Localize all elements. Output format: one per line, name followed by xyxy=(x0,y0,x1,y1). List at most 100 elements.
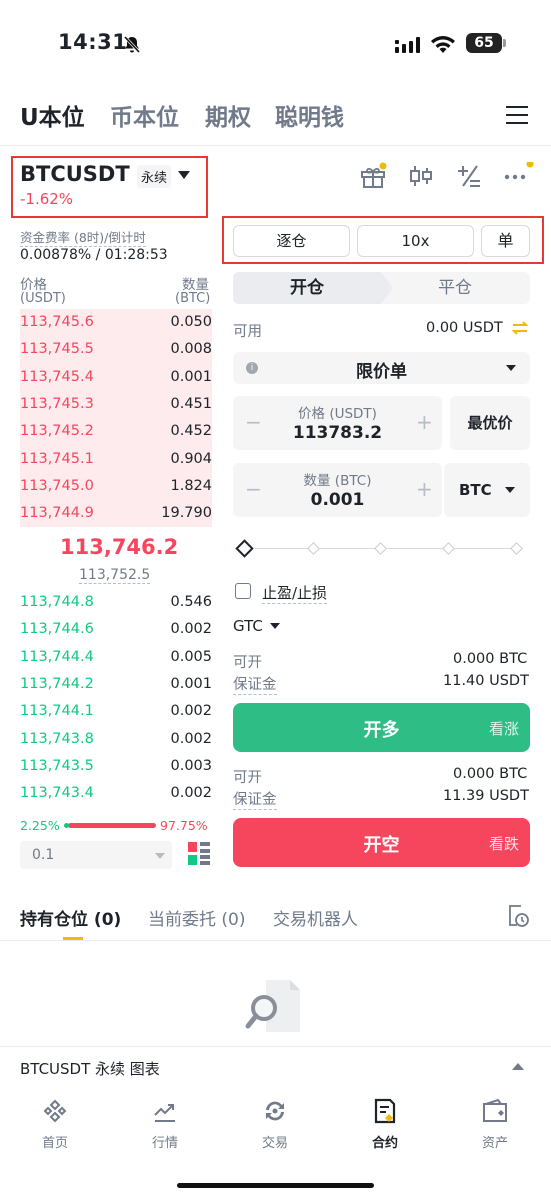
price-input-value[interactable]: 113783.2 xyxy=(233,423,442,443)
open-short-button[interactable]: 开空 看跌 xyxy=(233,818,530,867)
bid-quantity: 0.002 xyxy=(170,703,212,720)
tab-close[interactable]: 平仓 xyxy=(395,272,515,304)
tab-positions[interactable]: 持有仓位 (0) xyxy=(20,905,121,930)
long-max-open-label: 可开 xyxy=(233,655,262,671)
symbol-name[interactable]: BTCUSDT xyxy=(20,162,130,186)
nav-markets[interactable]: 行情 xyxy=(125,1098,205,1151)
price-plus-icon[interactable]: + xyxy=(416,410,433,434)
nav-trade[interactable]: 交易 xyxy=(235,1098,315,1151)
open-long-button[interactable]: 开多 看涨 xyxy=(233,703,530,752)
ask-quantity: 0.904 xyxy=(170,450,212,467)
bid-row[interactable]: 113,744.8 0.546 xyxy=(20,590,212,617)
slider-step-25[interactable] xyxy=(307,542,320,555)
ask-price: 113,745.6 xyxy=(20,314,94,330)
ob-price-unit: (USDT) xyxy=(20,291,66,306)
symbol-dropdown-icon[interactable] xyxy=(178,171,190,179)
trade-exchange-icon xyxy=(266,1101,284,1121)
ask-price: 113,745.3 xyxy=(20,395,94,412)
tab-open-orders[interactable]: 当前委托 (0) xyxy=(148,905,245,930)
chart-toggle-label[interactable]: BTCUSDT 永续 图表 xyxy=(20,1058,160,1079)
ask-price: 113,745.2 xyxy=(20,423,94,440)
calculator-icon[interactable] xyxy=(455,162,483,190)
battery-level: 65 xyxy=(466,33,502,53)
bid-price: 113,744.8 xyxy=(20,594,94,610)
leverage-slider-track[interactable] xyxy=(255,548,520,549)
ask-row[interactable]: 113,745.2 0.452 xyxy=(20,419,212,446)
leverage-button[interactable]: 10x xyxy=(357,225,474,257)
qty-plus-icon[interactable]: + xyxy=(416,477,433,501)
orderbook-layout-icon[interactable] xyxy=(188,842,210,866)
ask-quantity: 0.451 xyxy=(170,395,212,412)
chevron-up-icon[interactable] xyxy=(512,1063,524,1070)
order-history-icon[interactable] xyxy=(506,904,530,928)
ask-price: 113,745.1 xyxy=(20,450,94,467)
ask-quantity: 0.001 xyxy=(170,368,212,385)
tab-options[interactable]: 期权 xyxy=(205,98,251,132)
tpsl-label[interactable]: 止盈/止损 xyxy=(262,582,328,604)
ask-row[interactable]: 113,745.5 0.008 xyxy=(20,337,212,364)
ask-price: 113,745.5 xyxy=(20,341,94,358)
nav-trade-label: 交易 xyxy=(261,1136,288,1151)
transfer-icon[interactable] xyxy=(511,320,529,336)
tab-trading-bots[interactable]: 交易机器人 xyxy=(273,905,358,930)
ask-row[interactable]: 113,745.4 0.001 xyxy=(20,365,212,392)
ratio-bar xyxy=(68,823,156,828)
last-price[interactable]: 113,746.2 xyxy=(60,535,178,559)
bid-price: 113,743.5 xyxy=(20,757,94,774)
tab-usdt-m[interactable]: U本位 xyxy=(20,98,85,132)
bid-price: 113,743.8 xyxy=(20,730,94,747)
ask-row[interactable]: 113,745.0 1.824 xyxy=(20,474,212,501)
nav-futures[interactable]: 合约 xyxy=(345,1098,425,1151)
ask-row[interactable]: 113,745.3 0.451 xyxy=(20,392,212,419)
long-margin-value: 11.40 USDT xyxy=(443,673,529,689)
ask-row[interactable]: 113,744.9 19.790 xyxy=(20,501,212,528)
bid-quantity: 0.005 xyxy=(170,648,212,665)
candlestick-chart-icon[interactable] xyxy=(408,162,434,190)
mark-price[interactable]: 113,752.5 xyxy=(79,567,151,584)
hamburger-menu-icon[interactable] xyxy=(506,106,528,124)
short-margin-value: 11.39 USDT xyxy=(443,788,529,804)
ask-row[interactable]: 113,745.1 0.904 xyxy=(20,447,212,474)
empty-search-icon xyxy=(245,980,300,1032)
qty-input-value[interactable]: 0.001 xyxy=(233,490,442,510)
ask-row[interactable]: 113,745.6 0.050 xyxy=(20,310,212,337)
qty-unit-value: BTC xyxy=(459,481,492,499)
bid-quantity: 0.002 xyxy=(170,785,212,802)
tab-open[interactable]: 开仓 xyxy=(233,272,381,304)
bid-row[interactable]: 113,744.1 0.002 xyxy=(20,699,212,726)
bid-row[interactable]: 113,744.6 0.002 xyxy=(20,617,212,644)
nav-futures-label: 合约 xyxy=(371,1136,398,1151)
bid-row[interactable]: 113,744.4 0.005 xyxy=(20,645,212,672)
nav-assets[interactable]: 资产 xyxy=(455,1098,535,1151)
slider-step-50[interactable] xyxy=(374,542,387,555)
buy-ratio-fill xyxy=(64,823,69,828)
price-change: -1.62% xyxy=(20,190,74,208)
margin-mode-button[interactable]: 逐仓 xyxy=(233,225,350,257)
tab-coin-m[interactable]: 币本位 xyxy=(110,98,179,132)
bid-row[interactable]: 113,744.2 0.001 xyxy=(20,672,212,699)
ask-price: 113,745.0 xyxy=(20,477,94,494)
time-in-force-select[interactable]: GTC xyxy=(233,617,263,635)
more-options-icon[interactable] xyxy=(503,162,535,190)
slider-step-100[interactable] xyxy=(510,542,523,555)
position-mode-button[interactable]: 单 xyxy=(481,225,530,257)
price-step-select[interactable]: 0.1 xyxy=(20,841,172,869)
bullish-label: 看涨 xyxy=(488,720,519,738)
nav-markets-label: 行情 xyxy=(151,1136,178,1151)
bid-row[interactable]: 113,743.8 0.002 xyxy=(20,727,212,754)
best-price-button[interactable]: 最优价 xyxy=(450,396,530,450)
tif-chevron-icon xyxy=(270,623,280,629)
tpsl-checkbox[interactable] xyxy=(235,583,251,599)
bid-row[interactable]: 113,743.4 0.002 xyxy=(20,781,212,808)
tab-smart-money[interactable]: 聪明钱 xyxy=(275,98,344,132)
slider-thumb[interactable] xyxy=(235,539,254,558)
slider-step-75[interactable] xyxy=(442,542,455,555)
battery-tip xyxy=(503,39,506,47)
bid-price: 113,743.4 xyxy=(20,785,94,802)
available-value: 0.00 USDT xyxy=(426,320,503,336)
gift-icon[interactable] xyxy=(359,162,387,190)
nav-home[interactable]: 首页 xyxy=(15,1098,95,1151)
market-chart-icon xyxy=(154,1104,175,1122)
bid-row[interactable]: 113,743.5 0.003 xyxy=(20,754,212,781)
ask-price: 113,744.9 xyxy=(20,505,94,522)
